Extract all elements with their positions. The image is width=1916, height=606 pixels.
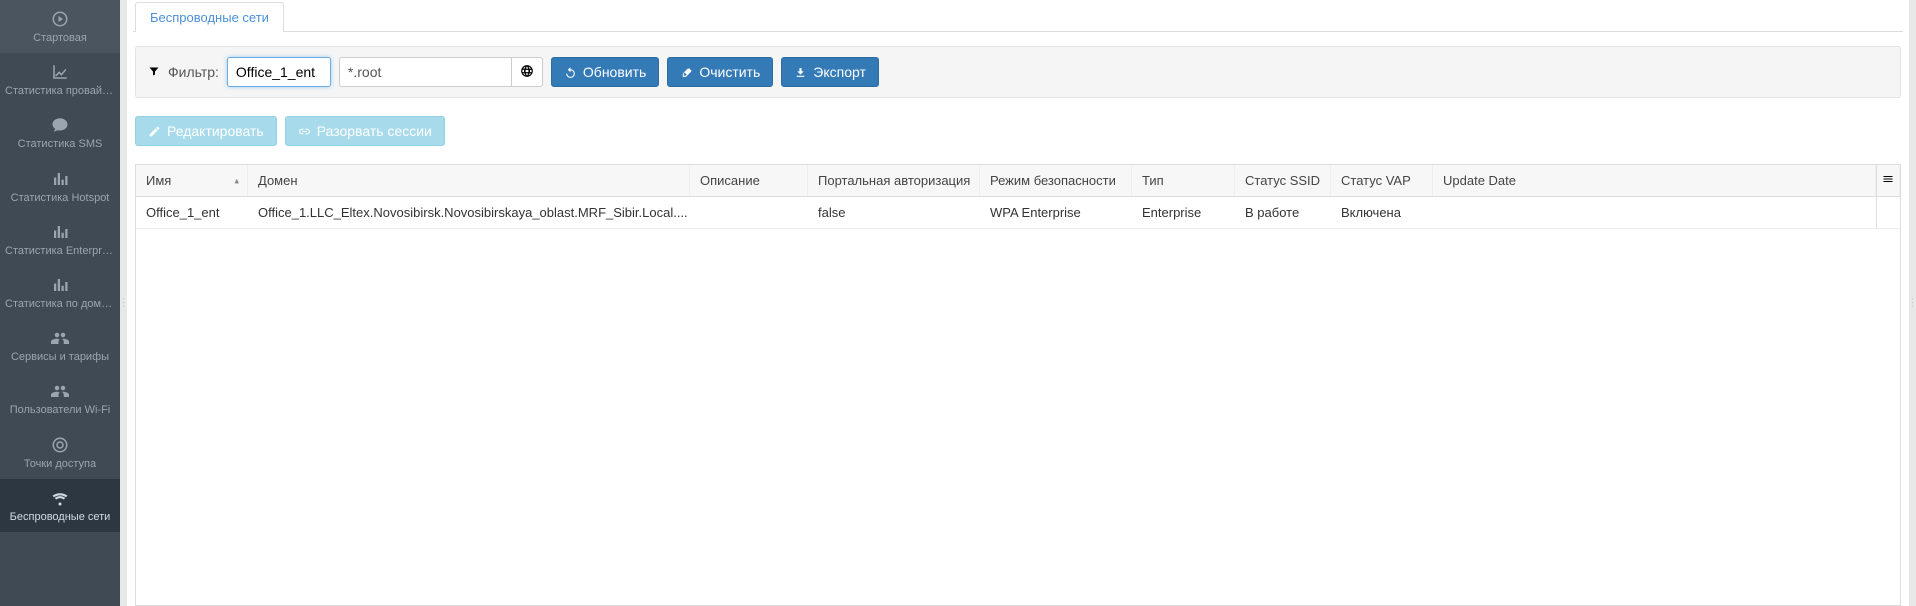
sidebar-item-label: Статистика провайде... [5,85,115,98]
tab-label: Беспроводные сети [150,10,269,25]
action-buttons: Редактировать Разорвать сессии [135,116,1901,146]
break-sessions-button[interactable]: Разорвать сессии [285,116,445,146]
sidebar-item-label: Статистика SMS [18,138,103,151]
eraser-icon [680,66,693,79]
sidebar-item-services[interactable]: Сервисы и тарифы [0,319,120,372]
bar-chart-icon [51,276,69,294]
globe-icon [520,64,534,81]
cell-name: Office_1_ent [136,197,248,228]
sidebar-item-label: Стартовая [33,32,87,45]
button-label: Редактировать [167,123,264,139]
cell-vap-status: Включена [1331,197,1433,228]
cell-update-date [1433,197,1876,228]
button-label: Обновить [583,64,646,80]
sidebar-item-wifi-users[interactable]: Пользователи Wi-Fi [0,372,120,425]
sidebar-item-hotspot-stats[interactable]: Статистика Hotspot [0,160,120,213]
col-header-domain[interactable]: Домен [248,165,690,196]
sidebar-item-domain-stats[interactable]: Статистика по домену [0,266,120,319]
comment-icon [51,116,69,134]
cell-domain: Office_1.LLC_Eltex.Novosibirsk.Novosibir… [248,197,690,228]
cell-description [690,197,808,228]
sidebar-resize-handle[interactable] [120,0,127,606]
data-grid: Имя Домен Описание Портальная авторизаци… [135,164,1901,606]
sidebar-item-enterprise-stats[interactable]: Статистика Enterprise [0,213,120,266]
download-icon [794,66,807,79]
filter-icon [148,65,160,80]
filter-input[interactable] [227,57,331,87]
domain-input-group [339,57,543,87]
sidebar: Стартовая Статистика провайде... Статист… [0,0,120,606]
right-resize-handle[interactable] [1909,0,1916,606]
sidebar-item-label: Сервисы и тарифы [11,351,109,364]
bullseye-icon [51,436,69,454]
sidebar-item-label: Статистика Hotspot [11,192,110,205]
menu-icon [1882,173,1894,188]
grid-body[interactable]: Office_1_ent Office_1.LLC_Eltex.Novosibi… [136,197,1900,605]
unlink-icon [298,125,311,138]
cell-portal-auth: false [808,197,980,228]
tabs: Беспроводные сети [133,0,1903,32]
col-header-security-mode[interactable]: Режим безопасности [980,165,1132,196]
sidebar-item-label: Статистика по домену [5,298,115,311]
filter-label-wrap: Фильтр: [148,64,219,80]
col-header-ssid-status[interactable]: Статус SSID [1235,165,1331,196]
button-label: Разорвать сессии [317,123,432,139]
col-header-description[interactable]: Описание [690,165,808,196]
sidebar-item-label: Статистика Enterprise [5,245,115,258]
filter-toolbar: Фильтр: Обновить Очистить Экспорт [135,46,1901,98]
filter-label: Фильтр: [168,64,219,80]
sidebar-item-access-points[interactable]: Точки доступа [0,426,120,479]
grid-header: Имя Домен Описание Портальная авторизаци… [136,165,1900,197]
cell-security-mode: WPA Enterprise [980,197,1132,228]
users-icon [51,382,69,400]
wifi-icon [51,489,69,507]
sidebar-item-home[interactable]: Стартовая [0,0,120,53]
col-header-portal-auth[interactable]: Портальная авторизация [808,165,980,196]
refresh-icon [564,66,577,79]
clear-button[interactable]: Очистить [667,57,773,87]
col-header-name[interactable]: Имя [136,165,248,196]
tab-wireless[interactable]: Беспроводные сети [135,2,284,32]
sidebar-item-label: Точки доступа [24,458,96,471]
domain-input[interactable] [339,57,511,87]
sidebar-item-wireless[interactable]: Беспроводные сети [0,479,120,532]
sidebar-item-sms-stats[interactable]: Статистика SMS [0,106,120,159]
users-icon [51,329,69,347]
col-header-type[interactable]: Тип [1132,165,1235,196]
col-header-vap-status[interactable]: Статус VAP [1331,165,1433,196]
grid-columns-menu[interactable] [1876,165,1900,196]
sidebar-item-label: Пользователи Wi-Fi [10,404,111,417]
sidebar-item-label: Беспроводные сети [10,511,111,524]
cell-type: Enterprise [1132,197,1235,228]
main-content: Беспроводные сети Фильтр: Обновить [127,0,1909,606]
domain-picker-button[interactable] [511,57,543,87]
edit-button[interactable]: Редактировать [135,116,277,146]
line-chart-icon [51,63,69,81]
bar-chart-icon [51,170,69,188]
export-button[interactable]: Экспорт [781,57,879,87]
col-header-update-date[interactable]: Update Date [1433,165,1876,196]
button-label: Экспорт [813,64,866,80]
cell-ssid-status: В работе [1235,197,1331,228]
cell-spacer [1876,197,1900,228]
sidebar-item-provider-stats[interactable]: Статистика провайде... [0,53,120,106]
edit-icon [148,125,161,138]
play-circle-icon [51,10,69,28]
button-label: Очистить [699,64,760,80]
table-row[interactable]: Office_1_ent Office_1.LLC_Eltex.Novosibi… [136,197,1900,229]
bar-chart-icon [51,223,69,241]
refresh-button[interactable]: Обновить [551,57,659,87]
